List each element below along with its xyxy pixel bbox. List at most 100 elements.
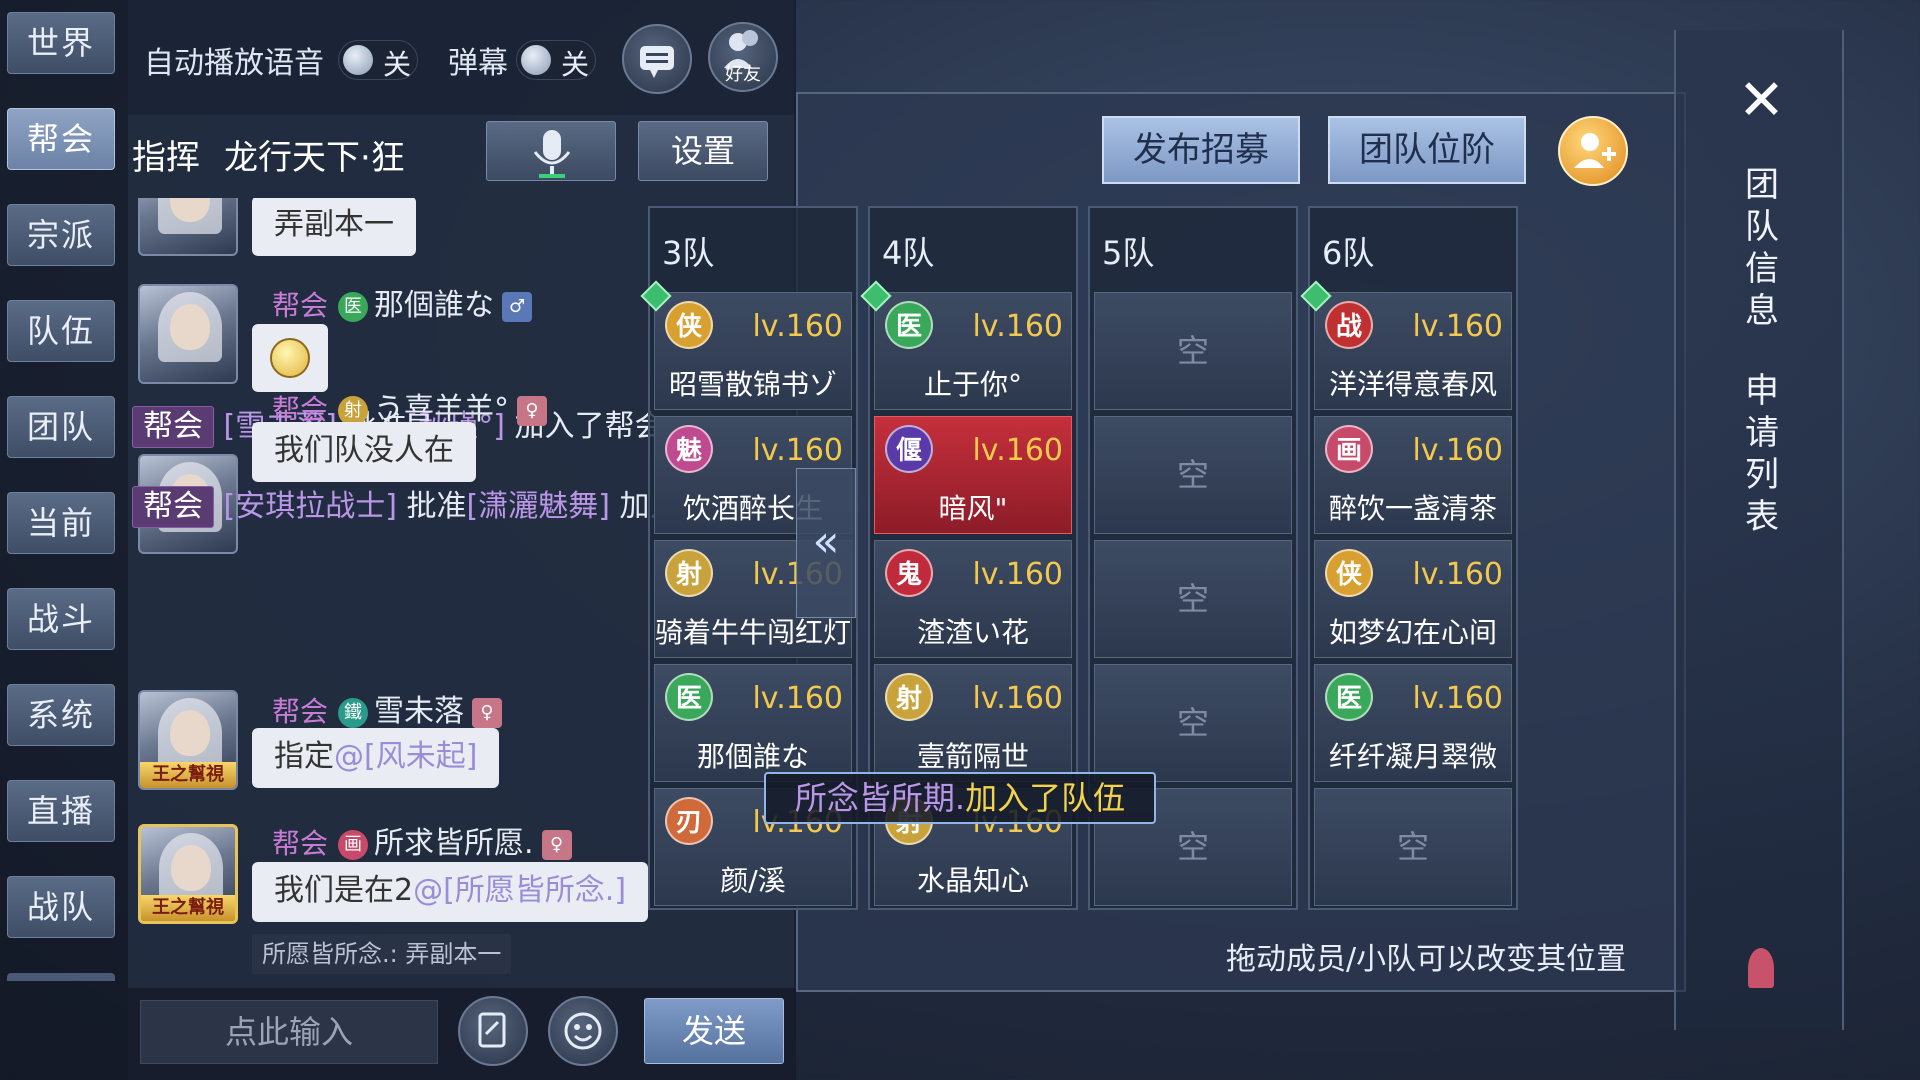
member-name: 壹箭隔世 (916, 740, 1029, 773)
member-slot[interactable]: 医 lv.160 纤纤凝月翠微 (1314, 664, 1512, 782)
message-text: 批准 (406, 489, 467, 524)
guild-tag: 帮会 (132, 486, 214, 528)
member-slot[interactable]: 空 (1094, 292, 1292, 410)
member-slot[interactable]: 战 lv.160 洋洋得意春风 (1300, 280, 1512, 410)
class-icon: 医 (1325, 673, 1373, 721)
message-header: 帮会医那個誰な ♂ (272, 280, 533, 323)
member-slot[interactable]: 鬼 lv.160 渣渣い花 (874, 540, 1072, 658)
message-text: 指定 (274, 739, 334, 774)
member-name: 如梦幻在心间 (1328, 616, 1497, 649)
tab-4[interactable]: 团队 (7, 396, 115, 458)
tab-1[interactable]: 帮会 (7, 108, 115, 170)
member-slot[interactable]: 空 (1094, 664, 1292, 782)
avatar[interactable]: 王之幫視 (138, 690, 238, 790)
member-name: 暗风" (938, 492, 1008, 525)
quoted-message: 所愿皆所念.: 弄副本一 (252, 934, 512, 974)
team-column-title: 6队 (1322, 234, 1375, 272)
class-icon: 鬼 (885, 549, 933, 597)
command-name: 龙行天下·狂 (224, 138, 405, 178)
message-header: 帮会射う喜羊羊° ♀ (272, 384, 548, 427)
painter-class-icon: 画 (338, 829, 369, 860)
member-slot[interactable]: 空 (1094, 540, 1292, 658)
apply-list-tab[interactable]: 申请列表 (1742, 370, 1782, 538)
send-button[interactable]: 发送 (644, 998, 784, 1064)
tab-8[interactable]: 直播 (7, 780, 115, 842)
member-slot[interactable]: 射 lv.160 壹箭隔世 (874, 664, 1072, 782)
member-name: 纤纤凝月翠微 (1328, 740, 1497, 773)
team-rank-button[interactable]: 团队位阶 (1328, 116, 1526, 184)
sender-name[interactable]: 那個誰な (374, 288, 494, 323)
note-icon (478, 1012, 506, 1048)
collapse-chat-button[interactable]: « (796, 468, 856, 618)
mention-link[interactable]: @[风未起] (334, 739, 477, 774)
side-scroll: ✕ 团队信息 申请列表 (1674, 30, 1844, 1030)
tab-9[interactable]: 战队 (7, 876, 115, 938)
message-bubble: 我们队没人在 (252, 422, 476, 482)
empty-slot-label: 空 (1176, 580, 1209, 618)
emoji-button[interactable] (548, 996, 618, 1066)
danmaku-toggle[interactable]: 关 (516, 40, 596, 81)
auto-voice-toggle[interactable]: 关 (338, 40, 418, 81)
avatar[interactable] (138, 284, 238, 384)
member-name: 颜/溪 (720, 864, 786, 897)
command-row: 指挥 龙行天下·狂 设置 (128, 118, 796, 198)
tab-3[interactable]: 队伍 (7, 300, 115, 362)
empty-slot-label: 空 (1396, 828, 1429, 866)
emoji-message (252, 324, 328, 392)
player-link[interactable]: [潇灑魅舞] (467, 489, 610, 524)
class-icon: 医 (885, 301, 933, 349)
message-header: 帮会画所求皆所愿. ♀ (272, 818, 572, 861)
toast-player-name: 所念皆所期. (794, 779, 966, 817)
member-slot[interactable]: 医 lv.160 那個誰な (654, 664, 852, 782)
close-icon[interactable]: ✕ (1738, 68, 1785, 133)
tab-7[interactable]: 系统 (7, 684, 115, 746)
tab-2[interactable]: 宗派 (7, 204, 115, 266)
player-link[interactable]: [安琪拉战士] (224, 489, 397, 524)
tab-0[interactable]: 世界 (7, 12, 115, 74)
publish-recruit-button[interactable]: 发布招募 (1102, 116, 1300, 184)
add-member-button[interactable] (1558, 116, 1628, 186)
avatar[interactable] (138, 198, 238, 256)
tab-partial[interactable] (7, 973, 115, 981)
join-notification: 所念皆所期.加入了队伍 (764, 772, 1156, 824)
tab-6[interactable]: 战斗 (7, 588, 115, 650)
mention-link[interactable]: @[所愿皆所念.] (413, 873, 626, 908)
voice-command-button[interactable] (486, 121, 616, 181)
member-level: lv.160 (972, 681, 1063, 716)
guild-tag: 帮会 (272, 289, 329, 322)
member-slot[interactable]: 侠 lv.160 如梦幻在心间 (1314, 540, 1512, 658)
tab-5[interactable]: 当前 (7, 492, 115, 554)
member-slot[interactable]: 空 (1094, 416, 1292, 534)
team-column-title: 5队 (1102, 234, 1155, 272)
toggle-knob (521, 45, 551, 75)
quick-phrase-button[interactable] (458, 996, 528, 1066)
friends-button[interactable]: 好友 (708, 22, 778, 92)
chat-input[interactable]: 点此输入 (140, 1000, 438, 1064)
guild-tag: 帮会 (272, 827, 329, 860)
member-slot[interactable]: 画 lv.160 醉饮一盏清茶 (1314, 416, 1512, 534)
chat-toolbar: 自动播放语音 关 弹幕 关 好友 (128, 0, 796, 115)
member-slot[interactable]: 空 (1314, 788, 1512, 906)
emoji-face-icon (270, 338, 310, 378)
team-info-tab[interactable]: 团队信息 (1742, 164, 1782, 332)
member-slot[interactable]: 偃 lv.160 暗风" (874, 416, 1072, 534)
member-name: 止于你° (923, 368, 1022, 401)
chat-bubble-button[interactable] (622, 24, 692, 94)
class-icon: 偃 (885, 425, 933, 473)
team-column-title: 4队 (882, 234, 935, 272)
sender-name[interactable]: 所求皆所愿. (374, 826, 534, 861)
toggle-knob (343, 45, 373, 75)
member-slot[interactable]: 侠 lv.160 昭雪散锦书ゾ (640, 280, 852, 410)
empty-slot-label: 空 (1176, 704, 1209, 742)
avatar[interactable]: 王之幫視 (138, 824, 238, 924)
class-icon: 魅 (665, 425, 713, 473)
settings-button[interactable]: 设置 (638, 121, 768, 181)
guild-rank-badge: 王之幫視 (141, 895, 235, 921)
member-level: lv.160 (1412, 433, 1503, 468)
member-name: 洋洋得意春风 (1328, 368, 1497, 401)
member-name: 那個誰な (696, 740, 809, 773)
team-column[interactable]: 6队战 lv.160 洋洋得意春风画 lv.160 醉饮一盏清茶侠 lv.160 如梦幻在心… (1300, 206, 1518, 910)
sender-name[interactable]: 雪未落 (374, 694, 464, 729)
member-name: 昭雪散锦书ゾ (668, 368, 837, 401)
member-slot[interactable]: 医 lv.160 止于你° (860, 280, 1072, 410)
